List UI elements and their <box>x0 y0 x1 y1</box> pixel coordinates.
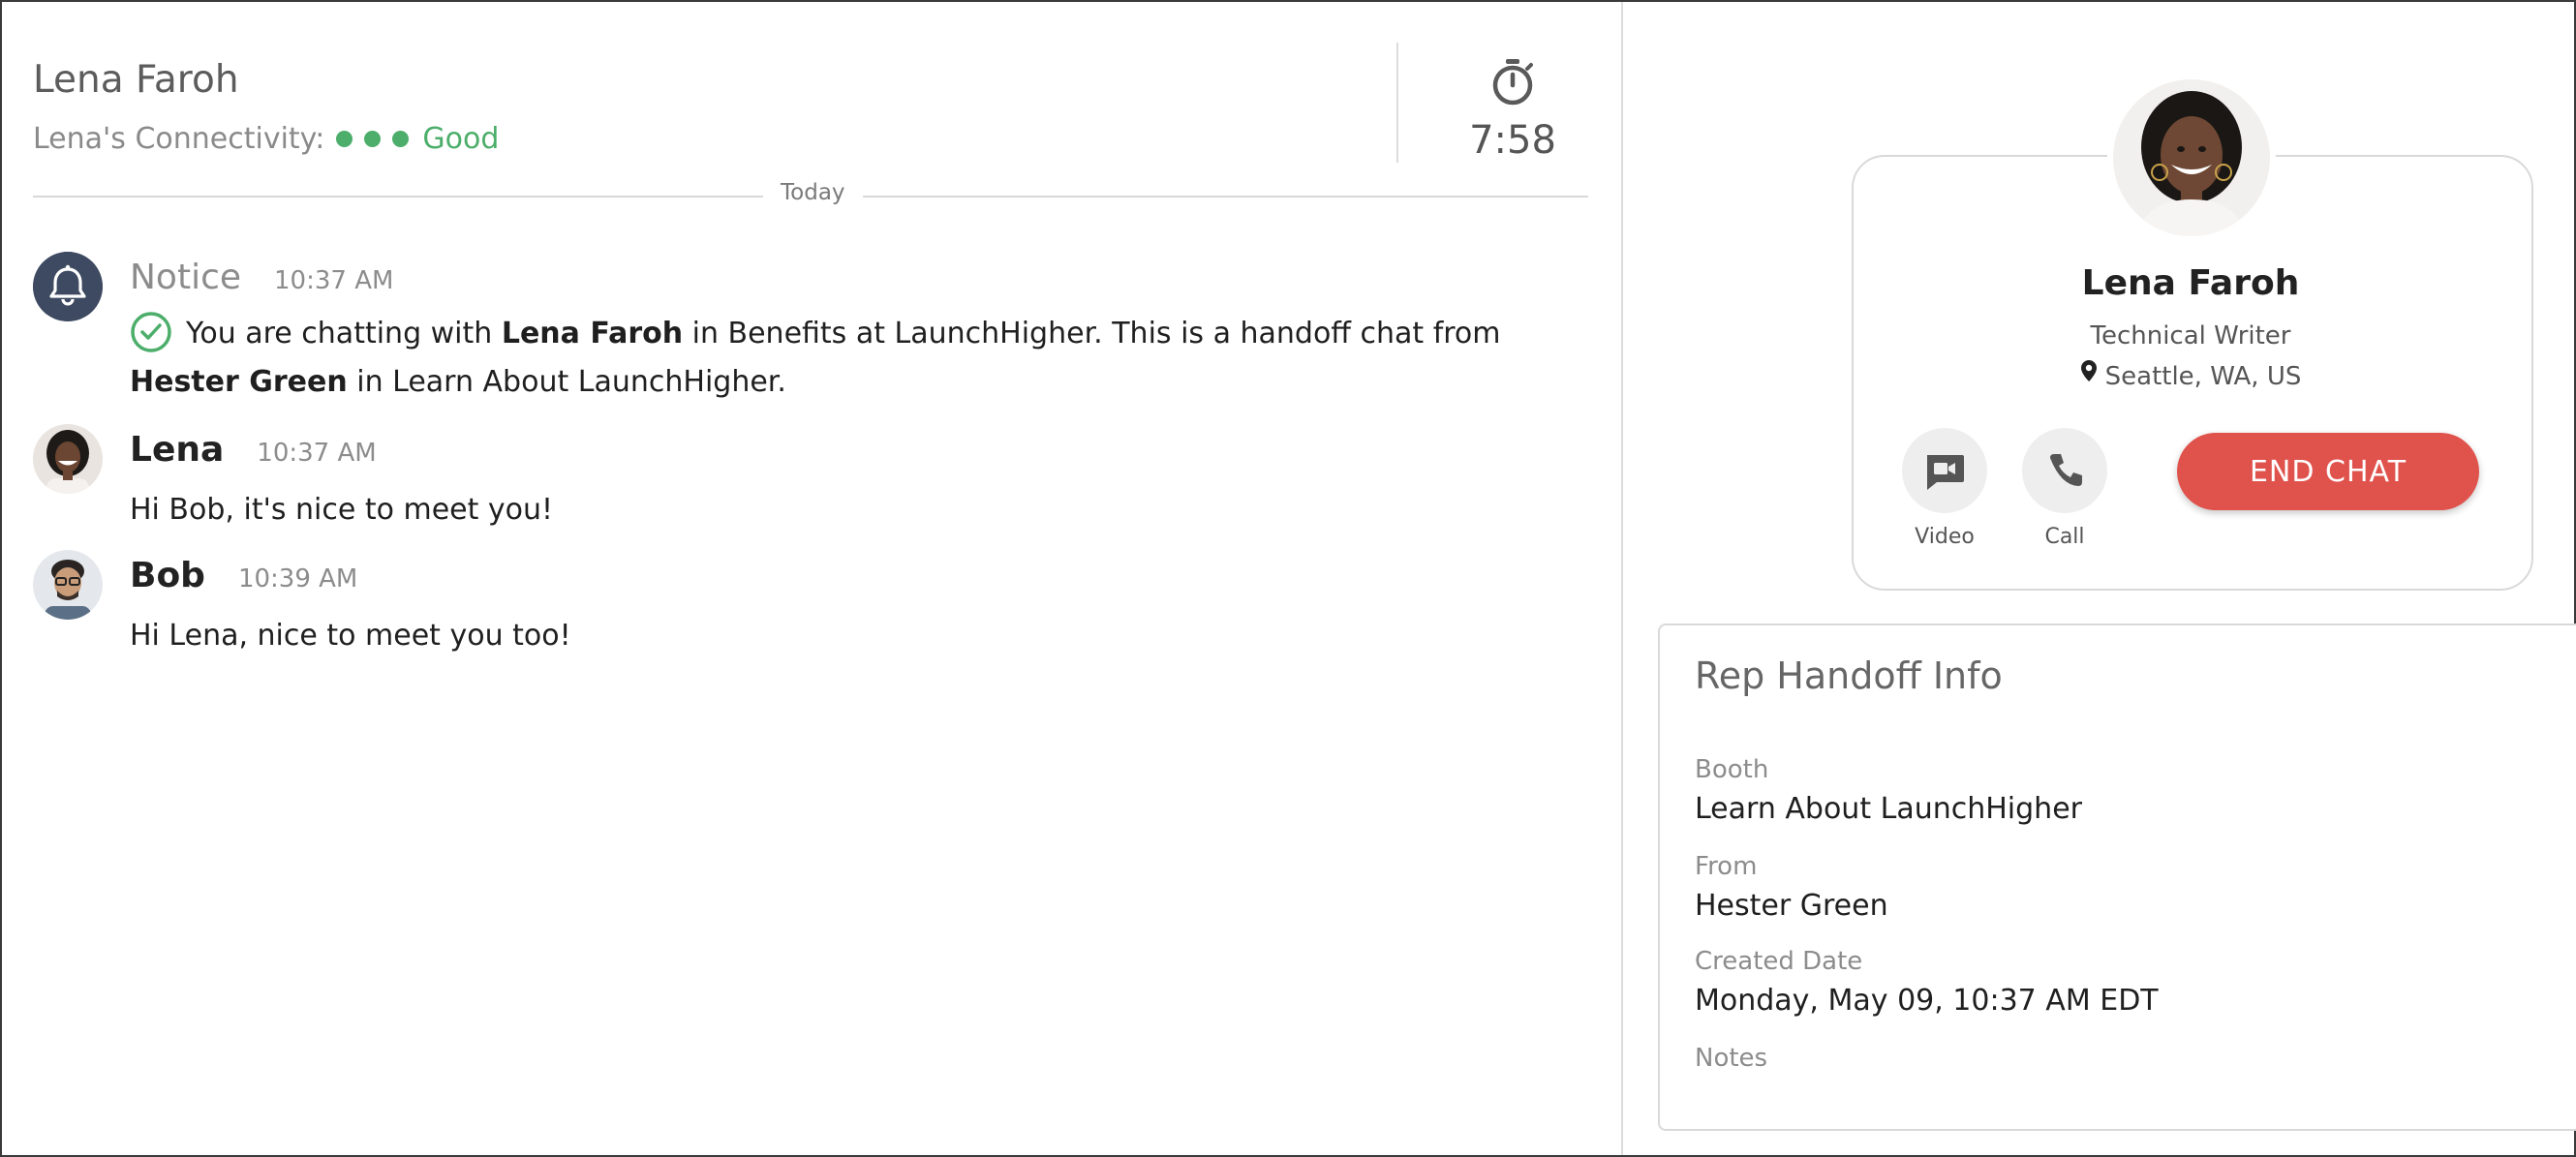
connectivity-label: Lena's Connectivity: <box>33 122 325 156</box>
notice-contact-name: Lena Faroh <box>501 317 684 350</box>
notice-text-part: in Benefits at LaunchHigher. This is a h… <box>683 317 1501 350</box>
signal-dot <box>336 131 353 147</box>
message-time: 10:39 AM <box>237 564 358 594</box>
profile-location: Seattle, WA, US <box>1852 359 2530 392</box>
rep-handoff-card: Rep Handoff Info Booth Learn About Launc… <box>1658 624 2576 1131</box>
connectivity-indicator: Lena's Connectivity: Good <box>33 122 499 156</box>
from-label: From <box>1695 852 1758 881</box>
stopwatch-icon <box>1492 59 1533 106</box>
location-pin-icon <box>2080 359 2098 389</box>
notes-label: Notes <box>1695 1044 1768 1073</box>
signal-dot <box>392 131 410 147</box>
video-icon <box>1927 455 1964 490</box>
message-sender: Notice <box>130 258 242 297</box>
app-frame: Lena Faroh Lena's Connectivity: Good 7:5… <box>0 0 2576 1157</box>
connectivity-status: Good <box>422 122 500 156</box>
avatar <box>33 550 103 620</box>
chat-contact-name: Lena Faroh <box>33 58 239 102</box>
notice-avatar <box>33 252 103 321</box>
avatar <box>33 424 103 494</box>
profile-photo <box>2113 79 2270 236</box>
video-button[interactable] <box>1902 428 1987 513</box>
header-divider <box>1396 43 1398 163</box>
call-button-label: Call <box>2044 525 2085 549</box>
chat-timer: 7:58 <box>1416 58 1610 163</box>
created-date-value: Monday, May 09, 10:37 AM EDT <box>1695 984 2159 1018</box>
handoff-title: Rep Handoff Info <box>1695 655 2003 697</box>
profile-name: Lena Faroh <box>2081 263 2300 303</box>
check-circle-icon <box>130 311 172 353</box>
notice-prior-rep-name: Hester Green <box>130 365 348 399</box>
message-time: 10:37 AM <box>257 439 377 468</box>
bell-icon <box>33 252 103 321</box>
phone-icon <box>2050 454 2082 486</box>
booth-value: Learn About LaunchHigher <box>1695 792 2082 826</box>
video-button-label: Video <box>1915 525 1975 549</box>
message-sender: Lena <box>130 430 225 470</box>
notice-text-part: in Learn About LaunchHigher. <box>347 365 786 399</box>
message-time: 10:37 AM <box>274 266 394 295</box>
timer-value: 7:58 <box>1469 118 1556 163</box>
message-header: Bob 10:39 AM <box>130 556 357 595</box>
message-body: You are chatting with Lena Faroh in Bene… <box>130 310 1582 407</box>
chat-header: Lena Faroh Lena's Connectivity: Good <box>33 2 1588 196</box>
profile-job-title: Technical Writer <box>2090 321 2291 350</box>
message-body: Hi Lena, nice to meet you too! <box>130 619 571 653</box>
day-separator-label: Today <box>763 180 863 205</box>
notice-text-part: You are chatting with <box>186 317 502 350</box>
booth-label: Booth <box>1695 755 1769 784</box>
message-sender: Bob <box>130 556 205 595</box>
from-value: Hester Green <box>1695 889 1888 923</box>
message-header: Notice 10:37 AM <box>130 258 393 297</box>
created-date-label: Created Date <box>1695 947 1863 976</box>
end-chat-button[interactable]: END CHAT <box>2177 433 2479 510</box>
message-body: Hi Bob, it's nice to meet you! <box>130 493 554 527</box>
signal-dot <box>364 131 382 147</box>
chat-pane: Lena Faroh Lena's Connectivity: Good 7:5… <box>2 2 1623 1155</box>
profile-location-text: Seattle, WA, US <box>2104 362 2302 391</box>
call-button[interactable] <box>2022 428 2107 513</box>
message-header: Lena 10:37 AM <box>130 430 377 470</box>
